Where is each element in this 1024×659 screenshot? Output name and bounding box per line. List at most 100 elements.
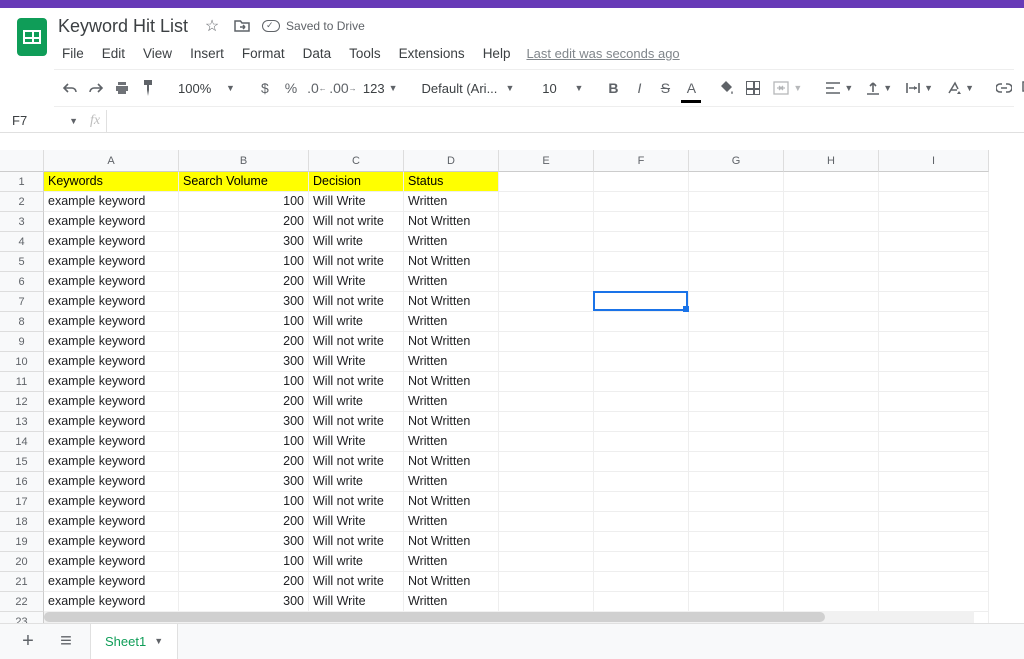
cell[interactable]: [594, 372, 689, 392]
cell[interactable]: [499, 372, 594, 392]
row-header[interactable]: 1: [0, 172, 44, 192]
cell[interactable]: Not Written: [404, 532, 499, 552]
cell[interactable]: 300: [179, 232, 309, 252]
increase-decimal-button[interactable]: .00→: [331, 75, 355, 101]
row-header[interactable]: 3: [0, 212, 44, 232]
paint-format-button[interactable]: [136, 75, 160, 101]
cell[interactable]: Will Write: [309, 432, 404, 452]
row-header[interactable]: 7: [0, 292, 44, 312]
cell[interactable]: [594, 532, 689, 552]
cell[interactable]: [689, 272, 784, 292]
cell[interactable]: [689, 572, 784, 592]
cell[interactable]: [499, 572, 594, 592]
cell[interactable]: 300: [179, 472, 309, 492]
cell[interactable]: example keyword: [44, 292, 179, 312]
cell[interactable]: Will not write: [309, 452, 404, 472]
font-select[interactable]: Default (Ari...▼: [416, 75, 521, 101]
star-icon[interactable]: ☆: [202, 16, 222, 36]
cell[interactable]: Keywords: [44, 172, 179, 192]
cell[interactable]: example keyword: [44, 312, 179, 332]
text-rotation-button[interactable]: ▼: [941, 75, 980, 101]
cell[interactable]: [879, 472, 989, 492]
cell[interactable]: [499, 212, 594, 232]
cell[interactable]: [499, 172, 594, 192]
menu-extensions[interactable]: Extensions: [391, 42, 473, 65]
cell[interactable]: [784, 272, 879, 292]
cell[interactable]: [879, 372, 989, 392]
sheet-tab[interactable]: Sheet1 ▼: [90, 623, 178, 659]
text-wrap-button[interactable]: ▼: [900, 75, 939, 101]
cell[interactable]: [784, 312, 879, 332]
cell[interactable]: [784, 372, 879, 392]
horizontal-scrollbar-thumb[interactable]: [44, 612, 825, 622]
cell[interactable]: [499, 352, 594, 372]
cell[interactable]: [499, 492, 594, 512]
cell[interactable]: [689, 212, 784, 232]
cell[interactable]: 300: [179, 412, 309, 432]
cell[interactable]: [784, 592, 879, 612]
cell[interactable]: [879, 492, 989, 512]
row-header[interactable]: 4: [0, 232, 44, 252]
cell[interactable]: [594, 212, 689, 232]
cell[interactable]: [594, 432, 689, 452]
cell[interactable]: Will Write: [309, 592, 404, 612]
cell[interactable]: [689, 492, 784, 512]
cell[interactable]: Will write: [309, 232, 404, 252]
cell[interactable]: Written: [404, 432, 499, 452]
cell[interactable]: Will Write: [309, 352, 404, 372]
cell[interactable]: Search Volume: [179, 172, 309, 192]
cell[interactable]: [499, 532, 594, 552]
cell[interactable]: [499, 292, 594, 312]
cell[interactable]: [594, 172, 689, 192]
cell[interactable]: [784, 432, 879, 452]
cell[interactable]: [689, 392, 784, 412]
select-all-corner[interactable]: [0, 150, 44, 172]
cell[interactable]: [879, 252, 989, 272]
document-title[interactable]: Keyword Hit List: [54, 14, 192, 39]
cell[interactable]: Will write: [309, 472, 404, 492]
cell[interactable]: [499, 272, 594, 292]
cell[interactable]: Written: [404, 472, 499, 492]
cell[interactable]: example keyword: [44, 512, 179, 532]
cell[interactable]: [594, 232, 689, 252]
menu-help[interactable]: Help: [475, 42, 519, 65]
print-button[interactable]: [110, 75, 134, 101]
row-headers[interactable]: 1234567891011121314151617181920212223: [0, 172, 44, 623]
cell[interactable]: example keyword: [44, 552, 179, 572]
cell[interactable]: example keyword: [44, 412, 179, 432]
percent-button[interactable]: %: [279, 75, 303, 101]
cell[interactable]: [689, 192, 784, 212]
cell[interactable]: Not Written: [404, 412, 499, 432]
cell[interactable]: [879, 232, 989, 252]
decrease-decimal-button[interactable]: .0←: [305, 75, 329, 101]
cell[interactable]: [784, 212, 879, 232]
cell[interactable]: [499, 512, 594, 532]
row-header[interactable]: 6: [0, 272, 44, 292]
cells-area[interactable]: KeywordsSearch VolumeDecisionStatusexamp…: [44, 172, 990, 623]
row-header[interactable]: 5: [0, 252, 44, 272]
cell[interactable]: [594, 312, 689, 332]
cell[interactable]: Will write: [309, 552, 404, 572]
cell[interactable]: Will write: [309, 312, 404, 332]
cell[interactable]: [594, 552, 689, 572]
cell[interactable]: [879, 352, 989, 372]
horizontal-scrollbar[interactable]: [44, 611, 974, 623]
column-header-C[interactable]: C: [309, 150, 404, 172]
cell[interactable]: [689, 472, 784, 492]
menu-file[interactable]: File: [54, 42, 92, 65]
cell[interactable]: [689, 312, 784, 332]
column-header-A[interactable]: A: [44, 150, 179, 172]
cell[interactable]: [499, 552, 594, 572]
row-header[interactable]: 12: [0, 392, 44, 412]
cell[interactable]: Not Written: [404, 212, 499, 232]
cell[interactable]: 200: [179, 392, 309, 412]
cell[interactable]: [784, 452, 879, 472]
insert-link-button[interactable]: [992, 75, 1016, 101]
cell[interactable]: [594, 412, 689, 432]
cell[interactable]: [879, 412, 989, 432]
cell[interactable]: example keyword: [44, 232, 179, 252]
cell[interactable]: [594, 592, 689, 612]
column-header-D[interactable]: D: [404, 150, 499, 172]
cell[interactable]: example keyword: [44, 332, 179, 352]
cell[interactable]: [784, 292, 879, 312]
